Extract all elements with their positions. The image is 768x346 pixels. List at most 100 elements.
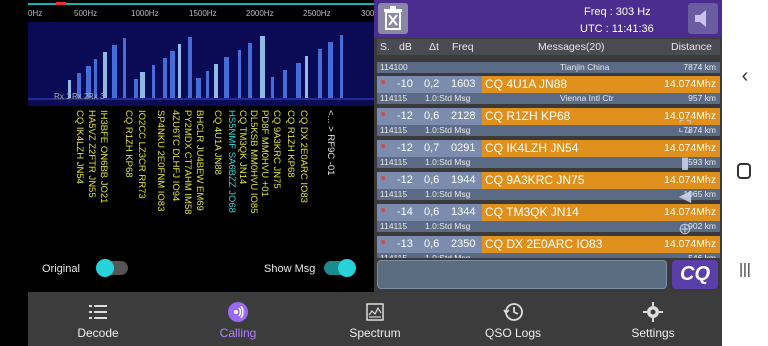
message-row[interactable]: -12 0,6 1944 CQ 9A3KRC JN75 14.074Mhz 11… — [377, 172, 720, 200]
fullscreen-icon[interactable]: ⛶ — [674, 117, 696, 139]
row-time: 114115 — [380, 157, 408, 167]
decoded-label[interactable]: IO2CC LZ3CR RR73 — [136, 110, 147, 199]
rx-marker: Rx 3 — [88, 92, 105, 101]
volume-icon[interactable]: ◀ — [674, 186, 696, 208]
decoded-label[interactable]: CQ R1ZH KP68 — [285, 110, 296, 178]
waterfall-signal — [123, 38, 126, 98]
rx-markers: Rx 1 Rx 2 Rx 3 — [28, 92, 374, 102]
waterfall-signal — [328, 42, 333, 98]
show-msg-label: Show Msg — [264, 263, 316, 275]
message-header-bar: Freq : 303 Hz UTC : 11:41:36 — [374, 0, 722, 38]
frequency-axis-line — [28, 3, 374, 5]
cq-button[interactable]: CQ — [672, 260, 718, 289]
frequency-readout: Freq : 303 Hz — [584, 6, 651, 18]
row-message: CQ 4U1A JN88 — [485, 77, 568, 91]
speaker-icon — [695, 10, 706, 27]
message-row[interactable]: -10 0,2 1603 DIC CQ 4U1A JN88 14.074Mhz … — [377, 76, 720, 104]
waterfall-signal — [112, 45, 117, 98]
freq-tick: 1000Hz — [131, 9, 159, 18]
calling-icon — [228, 302, 248, 322]
system-navigation-bar: ‹ ||| — [722, 0, 768, 346]
row-distance: 546 km — [688, 253, 716, 258]
nav-calling[interactable]: Calling — [198, 292, 278, 346]
back-icon[interactable]: ‹ — [722, 66, 768, 86]
row-db: -12 — [397, 174, 413, 186]
row-message: CQ IK4LZH JN54 — [485, 141, 579, 155]
nav-qso-logs[interactable]: QSO Logs — [473, 292, 553, 346]
row-message: CQ 9A3KRC JN75 — [485, 173, 585, 187]
history-icon — [503, 303, 523, 321]
decoded-label[interactable]: CQ DX 2E0ARC IO83 — [298, 110, 309, 203]
original-switch[interactable] — [96, 259, 128, 277]
bar-chart-icon[interactable]: ▮ — [674, 153, 696, 175]
row-distance: 7874 km — [683, 62, 716, 72]
col-freq: Freq — [452, 41, 474, 53]
recents-icon[interactable]: ||| — [722, 260, 768, 280]
globe-icon[interactable]: ⊕ — [674, 219, 696, 241]
home-icon[interactable] — [737, 163, 751, 179]
status-dot — [381, 208, 385, 212]
show-msg-switch[interactable] — [324, 259, 356, 277]
nav-label: QSO Logs — [484, 326, 542, 340]
row-distance: 957 km — [688, 93, 716, 103]
row-dt: 0,6 — [424, 206, 440, 218]
message-row[interactable]: -14 0,6 1344 CQ TM3QK JN14 14.074Mhz 114… — [377, 204, 720, 232]
nav-label: Settings — [631, 326, 675, 340]
decoded-label[interactable]: <... > RF9C -01 — [325, 110, 336, 175]
row-mhz: 14.074Mhz — [664, 174, 716, 186]
audio-button[interactable] — [688, 3, 718, 34]
decoded-label[interactable]: HA5VZ Z2FTR JN55 — [86, 110, 97, 198]
partial-row-bottom: 114100 Tianjin China 7874 km — [377, 62, 720, 73]
row-location: Tianjin China — [560, 62, 610, 72]
decoded-label[interactable]: HS5NMF SA6BZZ JO68 — [226, 110, 237, 213]
decoded-label[interactable]: IH3BFE ON6BB JO21 — [98, 110, 109, 203]
waterfall-signal — [188, 37, 192, 98]
freq-tick: 1500Hz — [189, 9, 217, 18]
waterfall-signal — [248, 43, 252, 98]
list-icon — [89, 305, 107, 319]
message-list[interactable]: 114100 Tianjin China 7874 km -10 0,2 160… — [377, 56, 720, 258]
freq-tick: 2500Hz — [303, 9, 331, 18]
col-s: S. — [380, 41, 390, 53]
tx-frequency-marker[interactable] — [56, 2, 66, 5]
decoded-message-labels: CQ IK4LZH JN54 HA5VZ Z2FTR JN55 IH3BFE ON6… — [28, 106, 374, 256]
decoded-label[interactable]: CQ IK4LZH JN54 — [74, 110, 85, 184]
clear-messages-button[interactable] — [378, 3, 408, 34]
nav-settings[interactable]: Settings — [613, 292, 693, 346]
row-mode: 1.0:Std Msg — [425, 93, 471, 103]
decoded-label[interactable]: BHCLR JU4BEW EM69 — [194, 110, 205, 211]
status-dot — [381, 176, 385, 180]
message-row[interactable]: -12 0,6 2128 CQ R1ZH KP68 14.074Mhz 1141… — [377, 108, 720, 136]
row-bottom: 114115 1.0:Std Msg 902 km — [377, 221, 720, 232]
message-input[interactable] — [377, 260, 667, 289]
rx-marker: Rx 1 — [54, 92, 71, 101]
message-row[interactable]: -13 0,6 2350 CQ DX 2E0ARC IO83 14.074Mhz… — [377, 236, 720, 258]
waterfall-signal — [238, 50, 241, 98]
row-db: -12 — [397, 142, 413, 154]
row-mhz: 14.074Mhz — [664, 78, 716, 90]
original-label: Original — [42, 263, 80, 275]
nav-spectrum[interactable]: Spectrum — [335, 292, 415, 346]
decoded-label[interactable]: CQ 9A3KRC JN75 — [271, 110, 282, 189]
row-bottom: 114115 1.0:Std Msg 593 km — [377, 157, 720, 168]
decoded-label[interactable]: CQ TM3QK JN14 — [237, 110, 248, 184]
nav-label: Decode — [77, 326, 119, 340]
decoded-label[interactable]: 4ZU6TC DLHFJ IO94 — [170, 110, 181, 201]
row-freq: 1344 — [451, 206, 476, 218]
decoded-label[interactable]: DL5KSB MM0HVU IO85 — [248, 110, 259, 213]
frequency-axis[interactable]: 0Hz 500Hz 1000Hz 1500Hz 2000Hz 2500Hz 30… — [28, 0, 379, 22]
decoded-label[interactable]: CQ 4U1A JN88 — [212, 110, 223, 175]
row-freq: 2128 — [451, 110, 476, 122]
waterfall-signal — [340, 35, 343, 98]
partial-message-row[interactable]: 114100 Tianjin China 7874 km — [377, 56, 720, 73]
row-time: 114100 — [380, 62, 408, 72]
row-location: Vienna Intl Ctr — [560, 93, 614, 103]
row-freq: 1603 — [451, 78, 476, 90]
row-bottom: 114115 1.0:Std Msg 546 km — [377, 253, 720, 258]
decoded-label[interactable]: SP4NKU 2E0FNM IO83 — [155, 110, 166, 211]
nav-decode[interactable]: Decode — [58, 292, 138, 346]
decoded-label[interactable]: PD8F MM0HVU +01 — [259, 110, 270, 197]
decoded-label[interactable]: CQ R1ZH KP68 — [123, 110, 134, 178]
decoded-label[interactable]: PY2MDX CT7AHM IM58 — [182, 110, 193, 215]
message-row[interactable]: -12 0,7 0291 CQ IK4LZH JN54 14.074Mhz 11… — [377, 140, 720, 168]
